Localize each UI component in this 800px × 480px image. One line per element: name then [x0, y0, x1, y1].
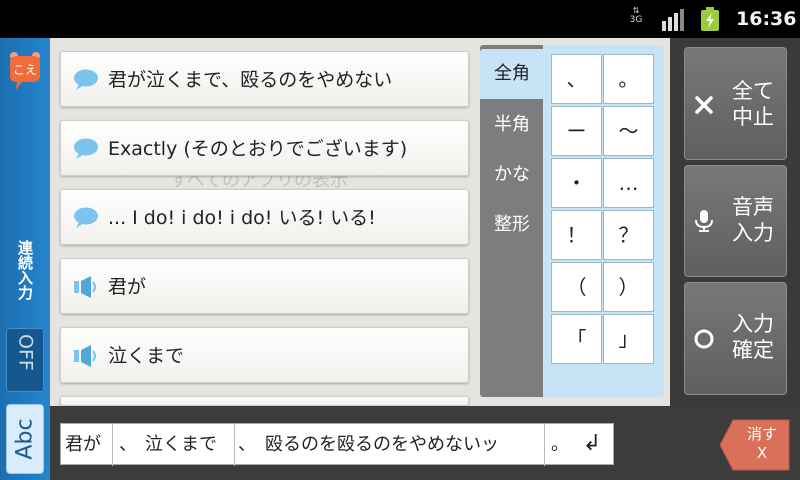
cancel-all-text: 全て中止	[732, 79, 774, 129]
tab-format[interactable]: 整形	[480, 200, 544, 250]
symbol-key[interactable]: ？	[603, 210, 654, 260]
speech-bubble-icon	[74, 138, 98, 159]
confirm-input-text: 入力確定	[732, 312, 774, 362]
symbol-key[interactable]: ！	[551, 210, 602, 260]
microphone-icon	[695, 210, 713, 232]
status-bar: ⇅ 3G 16:36	[0, 0, 800, 38]
speech-bubble-icon	[74, 69, 98, 90]
voice-input-label: 音声入力	[723, 194, 783, 246]
tab-fullwidth[interactable]: 全角	[480, 49, 544, 99]
symbol-key[interactable]: ～	[603, 106, 654, 156]
candidate-text: Exactly (そのとおりでございます)	[108, 138, 408, 160]
composition-segment[interactable]: 、	[115, 424, 141, 466]
symbol-key[interactable]: ）	[603, 262, 654, 312]
composition-segment[interactable]: 、	[235, 424, 259, 466]
cancel-all-button[interactable]: 全て中止	[684, 47, 787, 160]
candidate-text: 君が	[108, 276, 147, 298]
symbol-key[interactable]: 、	[551, 54, 602, 104]
erase-button[interactable]: 消す X	[719, 419, 791, 471]
erase-sub-text: X	[756, 444, 768, 462]
candidate-item[interactable]: Exactly (そのとおりでございます)	[60, 120, 469, 176]
3g-data-icon: ⇅ 3G	[626, 7, 646, 31]
cancel-all-label: 全て中止	[723, 78, 783, 130]
symbol-key[interactable]: ・	[551, 158, 602, 208]
circle-icon	[694, 329, 714, 349]
app-logo-text: こえ	[13, 63, 37, 77]
erase-label: 消す X	[735, 425, 789, 463]
network-type-label: 3G	[629, 15, 643, 25]
confirm-input-label: 入力確定	[723, 311, 783, 363]
tab-kana[interactable]: かな	[480, 150, 544, 200]
left-sidebar: こえ 連続入力 OFF Abc	[0, 38, 50, 480]
close-icon	[695, 96, 713, 114]
keyboard-switch-label: Abc	[12, 418, 38, 460]
symbol-key[interactable]: ー	[551, 106, 602, 156]
toggle-state-label: OFF	[14, 334, 37, 371]
composition-segment[interactable]: 。	[547, 424, 573, 466]
app-logo-icon[interactable]: こえ	[4, 48, 46, 92]
symbol-category-tabs: 全角 半角 かな 整形	[480, 45, 544, 397]
continuous-input-text: 連続入力	[16, 240, 34, 300]
signal-icon	[662, 9, 684, 31]
battery-charging-icon	[701, 7, 719, 31]
symbol-key[interactable]: 「	[551, 314, 602, 364]
voice-input-button[interactable]: 音声入力	[684, 165, 787, 277]
clock: 16:36	[736, 8, 797, 30]
composition-field[interactable]: 君が 、 泣くまで 、 殴るのを殴るのをやめないッ 。	[60, 423, 614, 466]
symbol-key[interactable]: …	[603, 158, 654, 208]
keyboard-switch-button[interactable]: Abc	[6, 404, 44, 474]
tab-halfwidth[interactable]: 半角	[480, 100, 544, 150]
candidate-text: 泣くまで	[108, 345, 185, 367]
speaker-icon	[74, 276, 96, 298]
voice-input-text: 音声入力	[732, 195, 774, 245]
speech-bubble-icon	[74, 207, 98, 228]
candidate-text: 君が泣くまで、殴るのをやめない	[108, 69, 393, 91]
composition-segment[interactable]: 泣くまで	[143, 424, 235, 466]
confirm-input-button[interactable]: 入力確定	[684, 282, 787, 395]
composition-segment[interactable]: 殴るのを殴るのをやめないッ	[263, 424, 545, 466]
erase-text: 消す	[746, 425, 777, 443]
candidate-text: ... I do! i do! i do! いる! いる!	[108, 207, 376, 229]
candidate-item[interactable]: 君が	[60, 258, 469, 314]
continuous-input-toggle[interactable]: OFF	[6, 328, 44, 392]
candidate-item-partial[interactable]	[60, 396, 469, 406]
candidate-item[interactable]: 泣くまで	[60, 327, 469, 383]
composition-segment[interactable]: 君が	[61, 424, 113, 466]
symbol-grid: 、 。 ー ～ ・ … ！ ？ （ ） 「 」	[543, 45, 664, 397]
enter-icon[interactable]: ↲	[576, 426, 608, 462]
symbol-key[interactable]: 。	[603, 54, 654, 104]
candidate-item[interactable]: 君が泣くまで、殴るのをやめない	[60, 51, 469, 107]
continuous-input-label: 連続入力	[13, 240, 37, 300]
symbol-key[interactable]: 」	[603, 314, 654, 364]
symbol-key[interactable]: （	[551, 262, 602, 312]
speaker-icon	[74, 345, 96, 367]
candidate-item[interactable]: ... I do! i do! i do! いる! いる!	[60, 189, 469, 245]
